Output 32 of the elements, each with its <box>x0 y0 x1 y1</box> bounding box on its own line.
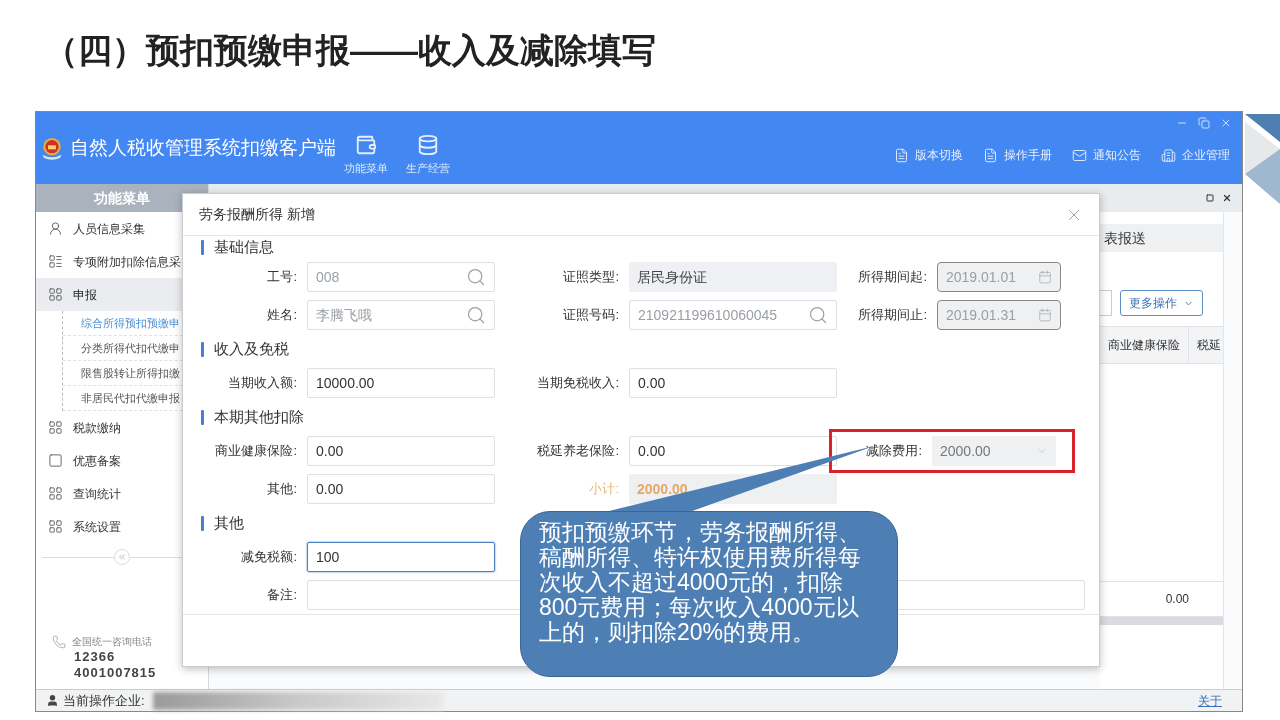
field-label: 证照号码: <box>562 306 620 325</box>
hotline-label: 全国统一咨询电话 <box>72 635 152 649</box>
section-heading: 收入及免税 <box>214 338 289 359</box>
section-heading: 本期其他扣除 <box>214 406 304 427</box>
status-label: 当前操作企业: <box>63 691 145 710</box>
field-label: 工号: <box>266 268 298 287</box>
field-label: 小计: <box>588 480 620 499</box>
sidebar-title: 功能菜单 <box>94 188 150 208</box>
field-label: 商业健康保险: <box>214 442 298 461</box>
section-heading: 其他 <box>214 512 244 533</box>
field-label: 所得期间止: <box>857 306 928 325</box>
field-label: 姓名: <box>266 306 298 325</box>
field-label: 证照类型: <box>562 268 620 287</box>
app-title: 自然人税收管理系统扣缴客户端 <box>70 135 336 160</box>
field-label: 减免税额: <box>240 548 298 567</box>
field-label: 当期免税收入: <box>536 374 620 393</box>
hotline-number: 12366 <box>73 649 117 665</box>
column-header: 税延 <box>1188 327 1229 363</box>
slide-title: （四）预扣预缴申报——收入及减除填写 <box>44 30 656 71</box>
section-heading: 基础信息 <box>214 236 274 257</box>
field-label: 当期收入额: <box>227 374 298 393</box>
field-label: 其他: <box>266 480 298 499</box>
field-label: 减除费用: <box>865 442 923 461</box>
field-label: 税延养老保险: <box>536 442 620 461</box>
callout-text: 预扣预缴环节，劳务报酬所得、稿酬所得、特许权使用费所得每次收入不超过4000元的，扣除800元费用；每次收入4000元以上的，则扣除20%的费用。 <box>539 520 862 645</box>
column-header: 商业健康保险 <box>1107 337 1181 354</box>
field-label: 备注: <box>266 586 298 605</box>
hotline-number: 4001007815 <box>73 665 158 681</box>
table-cell-text: 0.00 <box>1165 591 1189 608</box>
field-label: 所得期间起: <box>857 268 928 287</box>
readonly-field: 居民身份证 <box>629 262 837 293</box>
dialog-title: 劳务报酬所得 新增 <box>199 205 315 225</box>
